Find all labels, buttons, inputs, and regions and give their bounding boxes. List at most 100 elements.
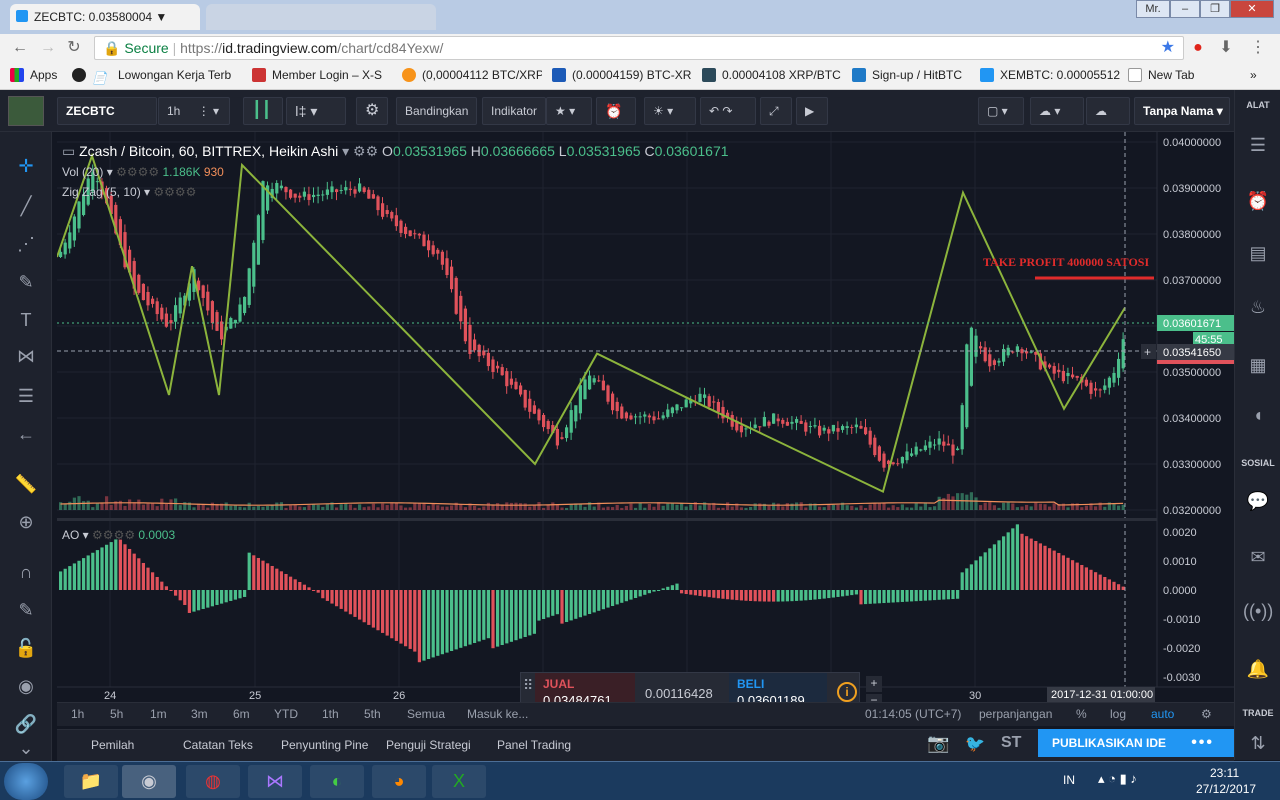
settings-gear-icon[interactable]: ⚙ <box>1201 707 1212 721</box>
bookmark-item[interactable]: New Tab <box>1128 68 1208 82</box>
data-window-icon[interactable]: ▤ <box>1243 240 1273 266</box>
link-icon[interactable]: 🔗 <box>12 712 40 736</box>
ruler-icon[interactable]: 📏 <box>12 472 40 496</box>
bookmark-item[interactable]: Member Login – X-S <box>252 68 392 82</box>
tab-trading-panel[interactable]: Panel Trading <box>497 738 571 752</box>
text-icon[interactable]: T <box>12 308 40 332</box>
hotlist-fire-icon[interactable]: ♨ <box>1243 294 1273 320</box>
indicators-button[interactable]: Indikator <box>482 97 547 125</box>
range-all[interactable]: Semua <box>407 707 445 721</box>
publish-idea-button[interactable]: PUBLIKASIKAN IDE ••• <box>1038 729 1234 757</box>
theme-bulb-icon[interactable]: ☀ ▾ <box>644 97 696 125</box>
alert-add-icon[interactable]: ⏰ <box>596 97 636 125</box>
goto-date[interactable]: Masuk ke... <box>467 707 528 721</box>
clock[interactable]: 01:14:05 (UTC+7) <box>865 707 961 721</box>
notification-bell-icon[interactable]: 🔔 <box>1243 656 1273 682</box>
explorer-icon[interactable]: 📁 <box>64 765 118 798</box>
streams-icon[interactable]: ((•)) <box>1243 598 1273 624</box>
interval-select[interactable]: 1h ⋮ ▾ <box>158 97 230 125</box>
bookmark-apps[interactable]: Apps <box>10 68 57 82</box>
chevron-down-icon[interactable]: ⌄ <box>12 736 40 760</box>
cloud-save-icon[interactable]: ☁ <box>1086 97 1130 125</box>
symbol-title[interactable]: Zcash / Bitcoin, 60, BITTREX, Heikin Ash… <box>79 143 338 159</box>
zigzag-legend[interactable]: Zig Zag (5, 10) ▾ ⚙⚙⚙⚙ <box>62 185 196 199</box>
range-5h[interactable]: 5h <box>110 707 123 721</box>
range-1m[interactable]: 1m <box>150 707 167 721</box>
start-button[interactable] <box>4 763 48 800</box>
reload-icon[interactable]: ↻ <box>64 38 84 58</box>
range-1h[interactable]: 1h <box>71 707 84 721</box>
back-icon[interactable]: ← <box>10 38 30 58</box>
app-icon[interactable]: ◍ <box>186 765 240 798</box>
zoom-plus-button[interactable]: + <box>866 676 882 692</box>
active-tab[interactable]: ZECBTC: 0.03580004 ▼ <box>10 4 200 30</box>
favorites-star-icon[interactable]: ★ ▾ <box>546 97 592 125</box>
layout-name-button[interactable]: Tanpa Nama ▾ <box>1134 97 1230 125</box>
visual-studio-icon[interactable]: ⋈ <box>248 765 302 798</box>
close-button[interactable]: ✕ <box>1230 0 1274 18</box>
trendline-icon[interactable]: ╱ <box>12 194 40 218</box>
take-profit-annotation[interactable]: TAKE PROFIT 400000 SATOSI <box>983 255 1149 269</box>
cloud-load-icon[interactable]: ☁ ▾ <box>1030 97 1084 125</box>
range-1y[interactable]: 1th <box>322 707 339 721</box>
network-app-icon[interactable]: ◐ <box>310 765 364 798</box>
back-arrow-icon[interactable]: ← <box>12 422 40 446</box>
volume-legend[interactable]: Vol (20) ▾ ⚙⚙⚙⚙ 1.186K 930 <box>62 165 224 179</box>
lock-icon[interactable]: 🔓 <box>12 636 40 660</box>
layout-select-icon[interactable]: ▢ ▾ <box>978 97 1024 125</box>
drag-handle-icon[interactable]: ⠿ <box>523 677 533 694</box>
log-toggle[interactable]: log <box>1110 707 1126 721</box>
info-icon[interactable]: i <box>837 682 857 702</box>
extension-icon[interactable]: ● <box>1188 38 1208 58</box>
replay-play-icon[interactable]: ▶ <box>796 97 828 125</box>
menu-icon[interactable]: ⋮ <box>1248 38 1268 58</box>
tab-screener[interactable]: Pemilah <box>91 738 134 752</box>
download-icon[interactable]: ⬇ <box>1216 38 1236 58</box>
range-5y[interactable]: 5th <box>364 707 381 721</box>
magnet-icon[interactable]: ∩ <box>12 560 40 584</box>
range-ytd[interactable]: YTD <box>274 707 298 721</box>
compare-button[interactable]: Bandingkan <box>396 97 478 125</box>
prediction-icon[interactable]: ☰ <box>12 384 40 408</box>
other-bookmarks-icon[interactable]: » <box>1250 68 1257 82</box>
bookmark-item[interactable]: Sign-up / HitBTC <box>852 68 972 82</box>
minimize-button[interactable]: – <box>1170 0 1200 18</box>
percent-toggle[interactable]: % <box>1076 707 1087 721</box>
brush-icon[interactable]: ✎ <box>12 270 40 294</box>
range-6m[interactable]: 6m <box>233 707 250 721</box>
more-icon[interactable]: ••• <box>1191 729 1214 757</box>
lock-drawing-icon[interactable]: ✎ <box>12 598 40 622</box>
url-input[interactable]: 🔒 Secure | https://id.tradingview.com/ch… <box>94 36 1184 60</box>
excel-icon[interactable]: X <box>432 765 486 798</box>
range-3m[interactable]: 3m <box>191 707 208 721</box>
stocktwits-icon[interactable]: ST <box>1001 734 1021 752</box>
watchlist-icon[interactable]: ☰ <box>1243 132 1273 158</box>
tab-text-notes[interactable]: Catatan Teks <box>183 738 253 752</box>
chrome-icon[interactable]: ◉ <box>122 765 176 798</box>
camera-icon[interactable]: 📷 <box>927 733 949 754</box>
bookmark-item[interactable]: (0,00004112 BTC/XRP <box>402 68 542 82</box>
chat-icon[interactable]: 💬 <box>1243 488 1273 514</box>
settings-gear-icon[interactable]: ⚙ <box>356 97 388 125</box>
price-chart[interactable]: TAKE PROFIT 400000 SATOSI 0.04000000 0.03… <box>57 132 1234 702</box>
avatar[interactable] <box>8 96 44 126</box>
pattern-icon[interactable]: ⋈ <box>12 344 40 368</box>
auto-toggle[interactable]: auto <box>1151 707 1174 721</box>
fib-icon[interactable]: ⋰ <box>12 232 40 256</box>
candle-type-icon[interactable]: ┃┃ <box>243 97 283 125</box>
bookmark-star-icon[interactable]: ★ <box>1161 37 1175 59</box>
symbol-search-input[interactable]: ZECBTC <box>57 97 157 125</box>
restore-button[interactable]: ❐ <box>1200 0 1230 18</box>
pane-divider[interactable] <box>57 518 1234 521</box>
extended-hours-toggle[interactable]: perpanjangan <box>979 707 1052 721</box>
alarm-icon[interactable]: ⏰ <box>1243 188 1273 214</box>
ideas-icon[interactable]: ◖ <box>1243 402 1273 428</box>
bookmark-item[interactable]: (0.00004159) BTC-XR <box>552 68 692 82</box>
tray-icons[interactable]: ▴ ◔ ▮ ♪ <box>1098 771 1137 787</box>
eye-icon[interactable]: ◉ <box>12 674 40 698</box>
tab-strategy-tester[interactable]: Penguji Strategi <box>386 738 471 752</box>
ao-legend[interactable]: AO ▾ ⚙⚙⚙⚙ 0.0003 <box>62 528 175 542</box>
bookmark-item[interactable]: XEMBTC: 0.00005512 <box>980 68 1120 82</box>
undo-redo-icon[interactable]: ↶ ↷ <box>700 97 756 125</box>
bookmark-item[interactable]: 0.00004108 XRP/BTC <box>702 68 842 82</box>
